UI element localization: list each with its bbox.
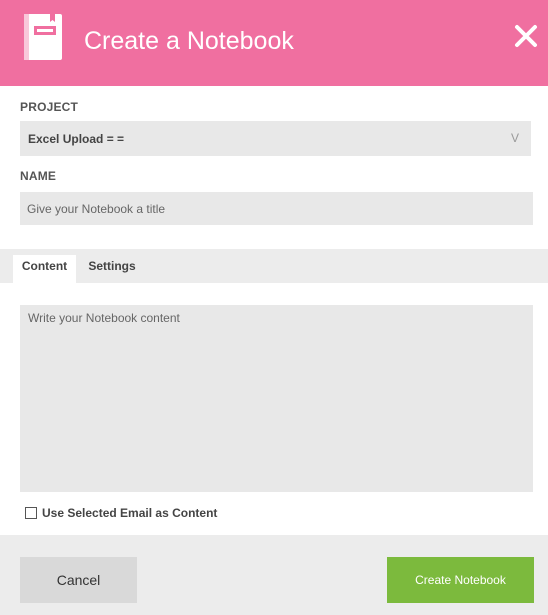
tab-settings[interactable]: Settings	[84, 255, 140, 283]
dialog-title: Create a Notebook	[84, 27, 294, 55]
dialog-header: Create a Notebook	[0, 0, 548, 86]
create-notebook-button[interactable]: Create Notebook	[387, 557, 534, 603]
chevron-down-icon: V	[510, 131, 519, 145]
close-icon[interactable]	[512, 22, 540, 50]
project-select-value: Excel Upload = =	[28, 132, 125, 146]
notebook-title-input[interactable]	[20, 192, 533, 225]
cancel-button[interactable]: Cancel	[20, 557, 137, 603]
use-selected-email-checkbox[interactable]	[25, 507, 37, 519]
use-selected-email-label: Use Selected Email as Content	[42, 506, 218, 520]
dialog-footer: Cancel Create Notebook	[0, 535, 548, 615]
notebook-content-textarea[interactable]	[20, 305, 533, 492]
tab-bar: Content Settings	[0, 249, 548, 283]
tab-content[interactable]: Content	[13, 255, 76, 283]
notebook-icon	[24, 14, 62, 60]
name-label: NAME	[20, 169, 57, 183]
project-select[interactable]: Excel Upload = = V	[20, 121, 531, 156]
project-label: PROJECT	[20, 100, 79, 114]
